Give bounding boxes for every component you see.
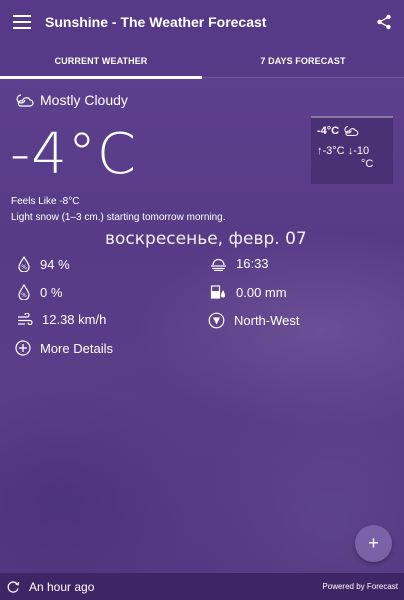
wind-speed-value: 12.38 km/h	[42, 312, 107, 327]
share-icon	[377, 14, 391, 30]
current-condition: Mostly Cloudy	[14, 92, 128, 108]
humidity-icon: %	[18, 256, 30, 272]
mini-temp: -4°C	[317, 124, 340, 137]
more-details-button[interactable]: More Details	[15, 340, 113, 356]
tab-current-weather[interactable]: CURRENT WEATHER	[0, 44, 202, 79]
cloud-moon-icon	[344, 125, 359, 136]
wind-direction-row: North-West	[208, 312, 300, 329]
app-bar: Sunshine - The Weather Forecast	[0, 0, 404, 44]
humidity-value: 94 %	[40, 256, 70, 272]
mini-high: ↑-3°C	[317, 145, 345, 157]
cloud-moon-icon	[16, 94, 34, 107]
sunset-row: 16:33	[210, 256, 269, 271]
svg-text:%: %	[21, 292, 27, 299]
condition-label: Mostly Cloudy	[40, 92, 128, 108]
precip-amount-value: 0.00 mm	[236, 284, 287, 300]
precip-probability-value: 0 %	[40, 284, 63, 300]
sunset-value: 16:33	[236, 256, 269, 271]
precip-probability-row: % 0 %	[17, 284, 62, 300]
tab-7-days-forecast[interactable]: 7 DAYS FORECAST	[202, 44, 404, 78]
last-updated: An hour ago	[29, 579, 95, 594]
app-title: Sunshine - The Weather Forecast	[45, 14, 267, 30]
mini-low: ↓-10	[347, 145, 370, 157]
share-button[interactable]	[364, 0, 404, 44]
powered-by-link[interactable]: Powered by Forecast	[322, 582, 398, 591]
hamburger-icon	[13, 15, 31, 29]
precip-probability-icon: %	[18, 284, 30, 300]
precip-amount-row: 0.00 mm	[210, 284, 287, 300]
tab-bar: CURRENT WEATHER 7 DAYS FORECAST	[0, 44, 404, 79]
current-temperature: -4°C	[10, 122, 137, 187]
refresh-button[interactable]: An hour ago	[6, 580, 322, 594]
sunset-icon	[211, 258, 226, 271]
more-details-label: More Details	[40, 340, 113, 356]
wind-speed-row: 12.38 km/h	[17, 312, 106, 327]
wind-icon	[18, 312, 33, 325]
feels-like: Feels Like -8°C	[11, 196, 80, 207]
footer-bar: An hour ago Powered by Forecast	[0, 573, 404, 600]
background	[0, 0, 404, 600]
humidity-row: % 94 %	[17, 256, 70, 272]
current-date: воскресенье, февр. 07	[105, 229, 307, 249]
refresh-icon	[7, 580, 20, 593]
mini-low-unit: °C	[361, 158, 374, 170]
compass-icon	[208, 312, 225, 329]
add-location-fab[interactable]: +	[355, 525, 392, 562]
rain-gauge-icon	[210, 285, 225, 299]
svg-text:%: %	[21, 264, 27, 271]
forecast-summary: Light snow (1–3 cm.) starting tomorrow m…	[11, 212, 226, 223]
wind-direction-value: North-West	[234, 313, 300, 328]
menu-button[interactable]	[0, 0, 44, 44]
today-summary-card: -4°C ↑-3°C ↓-10 °C	[311, 116, 393, 184]
plus-circle-icon	[15, 340, 31, 356]
